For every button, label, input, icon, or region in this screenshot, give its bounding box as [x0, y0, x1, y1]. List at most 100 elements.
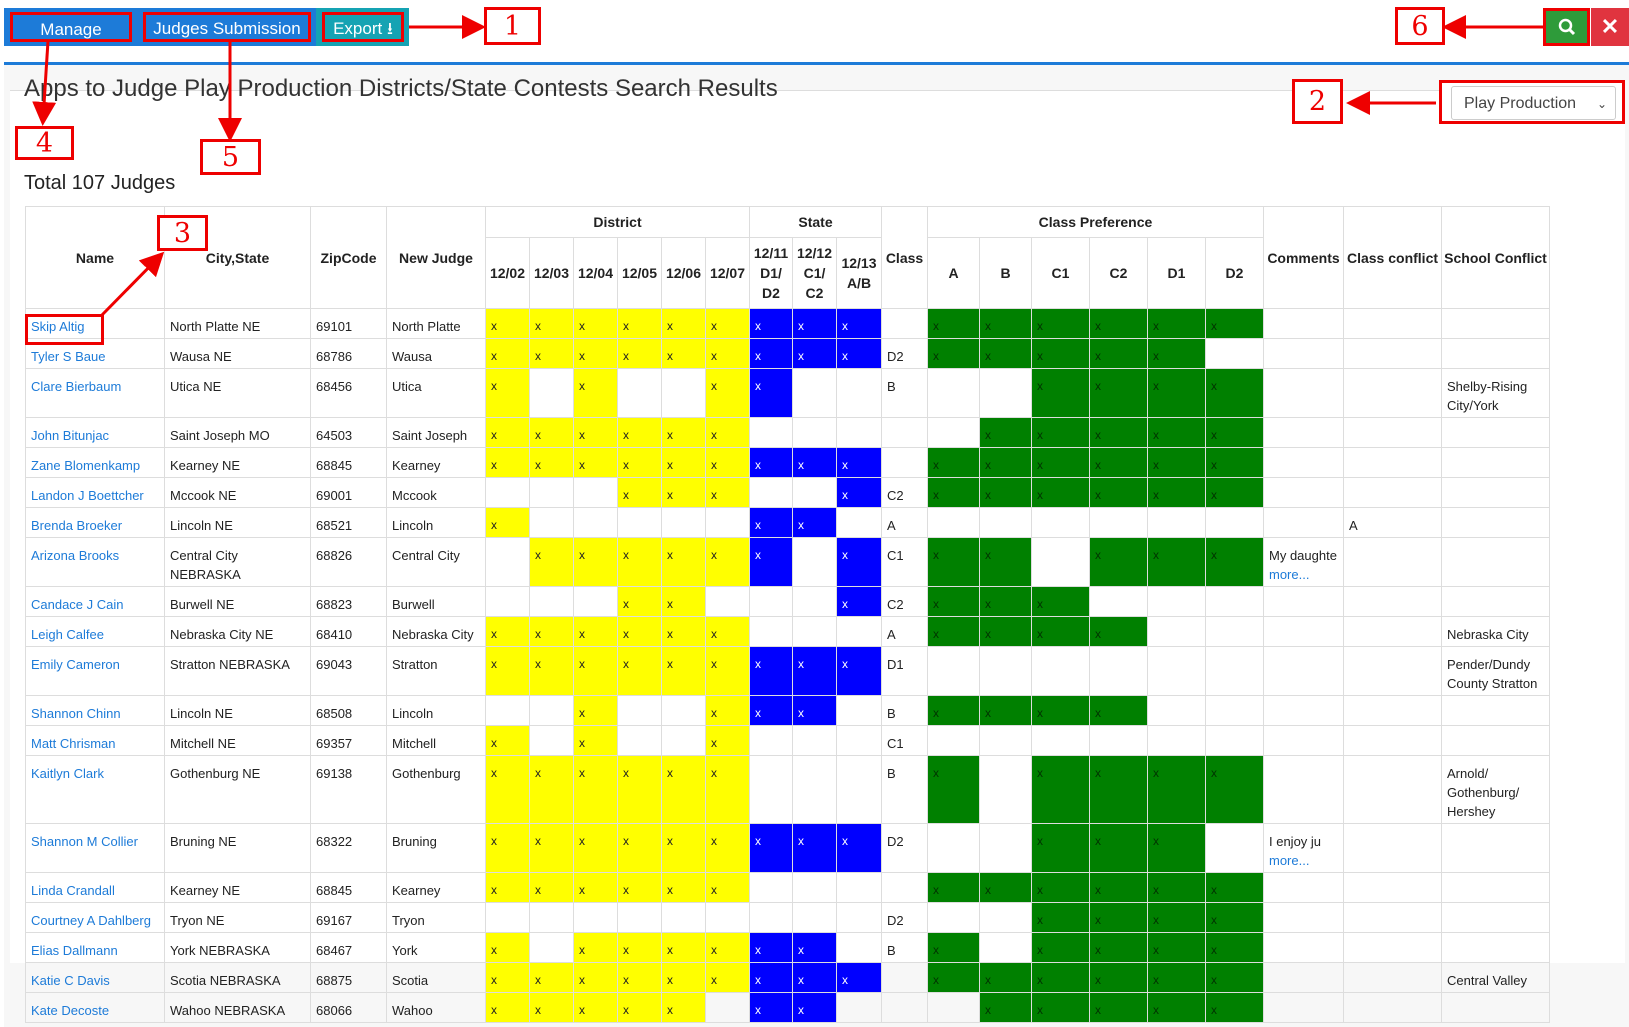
district-cell: x	[617, 823, 662, 873]
pref-cell: x	[1031, 902, 1090, 933]
state-cell	[792, 755, 837, 824]
judge-name-link[interactable]: Katie C Davis	[31, 973, 110, 988]
judge-name-link[interactable]: Linda Crandall	[31, 883, 115, 898]
header-district-5: 12/07	[705, 237, 750, 309]
pref-cell: x	[1147, 308, 1206, 339]
class-cell: B	[881, 368, 928, 418]
state-cell: x	[749, 368, 793, 418]
table-row: Brenda Broeker Lincoln NE 68521 Lincoln x x x A…	[25, 507, 1550, 538]
zip-cell: 68467	[310, 932, 387, 963]
district-cell: x	[485, 646, 530, 696]
zip-cell: 68521	[310, 507, 387, 538]
state-cell: x	[836, 447, 882, 478]
pref-cell: x	[1147, 447, 1206, 478]
judge-name-link[interactable]: Matt Chrisman	[31, 736, 116, 751]
search-button[interactable]	[1543, 8, 1590, 46]
state-cell	[792, 477, 837, 508]
judge-name-cell: Elias Dallmann	[25, 932, 165, 963]
pref-cell: x	[927, 872, 980, 903]
judge-name-cell: Zane Blomenkamp	[25, 447, 165, 478]
contest-select[interactable]: Play Production ⌄	[1451, 86, 1616, 120]
class-conflict-cell	[1343, 962, 1442, 993]
new-judge-cell: North Platte	[386, 308, 486, 339]
district-cell: x	[617, 586, 662, 617]
judge-name-link[interactable]: Shannon M Collier	[31, 834, 138, 849]
pref-cell	[1205, 507, 1264, 538]
district-cell: x	[485, 992, 530, 1023]
judges-submission-label: Judges Submission	[153, 19, 301, 38]
close-button[interactable]: ✕	[1591, 8, 1629, 46]
pref-cell: x	[979, 417, 1032, 448]
class-conflict-cell	[1343, 872, 1442, 903]
class-conflict-cell	[1343, 417, 1442, 448]
new-judge-cell: Wahoo	[386, 992, 486, 1023]
district-cell: x	[705, 537, 750, 587]
comments-cell: My daughte more...	[1263, 537, 1344, 587]
judge-name-link[interactable]: Kate Decoste	[31, 1003, 109, 1018]
comment-more-link[interactable]: more...	[1269, 567, 1309, 582]
judge-name-link[interactable]: Shannon Chinn	[31, 706, 121, 721]
city-state-cell: Burwell NE	[164, 586, 311, 617]
judge-name-link[interactable]: Brenda Broeker	[31, 518, 122, 533]
manage-zones-button[interactable]: Manage Zones	[10, 12, 132, 69]
pref-cell	[1205, 725, 1264, 756]
school-conflict-cell	[1441, 932, 1550, 963]
school-conflict-cell	[1441, 823, 1550, 873]
district-cell	[529, 586, 574, 617]
pref-cell: x	[1089, 872, 1148, 903]
header-pref-1: B	[979, 237, 1032, 309]
pref-cell: x	[1031, 368, 1090, 418]
table-row: Emily Cameron Stratton NEBRASKA 69043 Strat…	[25, 646, 1550, 696]
judges-submission-dropdown[interactable]: Judges Submission ▼	[143, 12, 311, 65]
judge-name-link[interactable]: John Bitunjac	[31, 428, 109, 443]
table-row: Arizona Brooks Central City NEBRASKA 68826…	[25, 537, 1550, 587]
district-cell	[529, 902, 574, 933]
pref-cell: x	[1205, 537, 1264, 587]
export-button[interactable]: Export ⭳	[322, 12, 404, 42]
district-cell: x	[661, 992, 706, 1023]
pref-cell: x	[1147, 962, 1206, 993]
district-cell: x	[529, 308, 574, 339]
judge-name-link[interactable]: Elias Dallmann	[31, 943, 118, 958]
judge-name-cell: John Bitunjac	[25, 417, 165, 448]
state-cell: x	[836, 586, 882, 617]
table-row: John Bitunjac Saint Joseph MO 64503 Saint J…	[25, 417, 1550, 448]
judge-name-link[interactable]: Emily Cameron	[31, 657, 120, 672]
judge-name-link[interactable]: Courtney A Dahlberg	[31, 913, 151, 928]
new-judge-cell: Utica	[386, 368, 486, 418]
pref-cell: x	[1031, 338, 1090, 369]
comment-more-link[interactable]: more...	[1269, 853, 1309, 868]
header-pref-3: C2	[1089, 237, 1148, 309]
state-cell: x	[749, 537, 793, 587]
state-cell: x	[749, 507, 793, 538]
zip-cell: 69167	[310, 902, 387, 933]
judge-name-link[interactable]: Landon J Boettcher	[31, 488, 144, 503]
state-cell	[836, 616, 882, 647]
table-row: Tyler S Baue Wausa NE 68786 Wausa x x x x x x x x x D…	[25, 338, 1550, 369]
judge-name-link[interactable]: Arizona Brooks	[31, 548, 119, 563]
pref-cell: x	[927, 308, 980, 339]
district-cell: x	[661, 872, 706, 903]
state-cell	[749, 755, 793, 824]
district-cell: x	[661, 417, 706, 448]
judge-name-link[interactable]: Tyler S Baue	[31, 349, 105, 364]
judge-name-link[interactable]: Clare Bierbaum	[31, 379, 121, 394]
new-judge-cell: Wausa	[386, 338, 486, 369]
pref-cell: x	[1031, 932, 1090, 963]
pref-cell: x	[1031, 823, 1090, 873]
district-cell: x	[705, 725, 750, 756]
judge-name-link[interactable]: Leigh Calfee	[31, 627, 104, 642]
pref-cell: x	[1031, 755, 1090, 824]
pref-cell: x	[979, 992, 1032, 1023]
pref-cell: x	[1205, 368, 1264, 418]
state-cell	[836, 932, 882, 963]
zip-cell: 69001	[310, 477, 387, 508]
district-cell: x	[705, 338, 750, 369]
judge-name-link[interactable]: Zane Blomenkamp	[31, 458, 140, 473]
district-cell: x	[485, 725, 530, 756]
judge-name-link[interactable]: Kaitlyn Clark	[31, 766, 104, 781]
state-cell	[836, 368, 882, 418]
class-conflict-cell	[1343, 823, 1442, 873]
class-cell: B	[881, 695, 928, 726]
judge-name-link[interactable]: Candace J Cain	[31, 597, 124, 612]
